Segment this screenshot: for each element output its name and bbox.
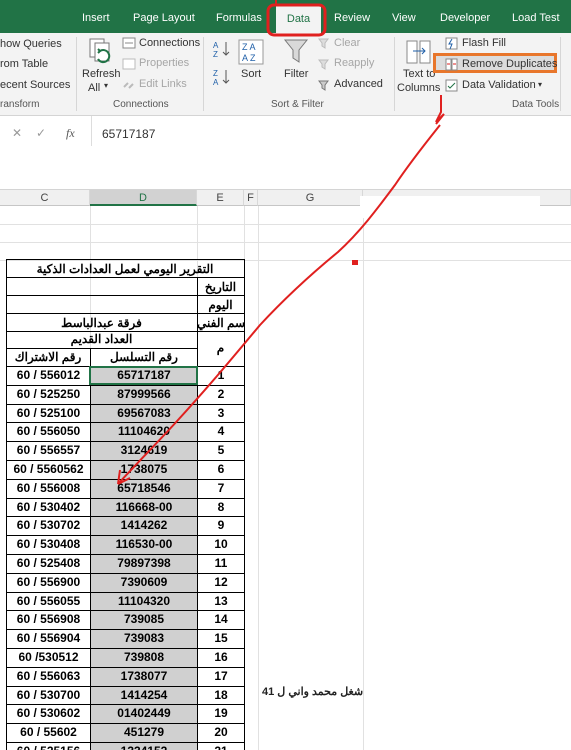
excel-window: Insert Page Layout Formulas Data Review … xyxy=(0,0,571,750)
annotation-arrow xyxy=(117,124,441,485)
annotation-overlay xyxy=(117,0,445,485)
data-tab-highlight xyxy=(266,3,327,37)
annotation-dot xyxy=(352,260,358,265)
annotation-stroke xyxy=(435,95,445,125)
